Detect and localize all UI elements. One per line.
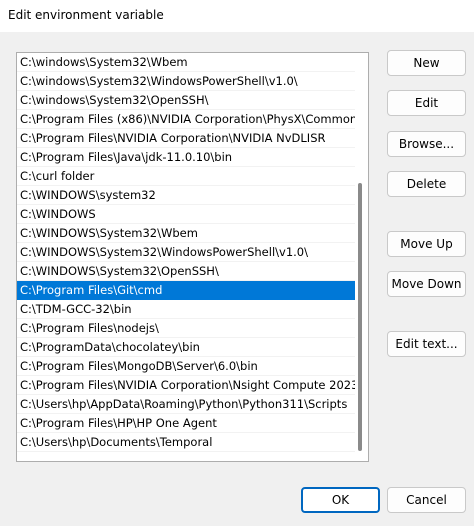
list-item[interactable]: C:\Program Files\MongoDB\Server\6.0\bin	[17, 357, 356, 376]
browse-button[interactable]: Browse...	[387, 131, 466, 157]
move-up-button[interactable]: Move Up	[387, 231, 466, 257]
edit-text-button[interactable]: Edit text...	[387, 331, 466, 357]
list-item[interactable]: C:\windows\System32\WindowsPowerShell\v1…	[17, 72, 356, 91]
list-item[interactable]: C:\Program Files\Java\jdk-11.0.10\bin	[17, 148, 356, 167]
list-item[interactable]: C:\windows\System32\Wbem	[17, 53, 356, 72]
path-list-items: C:\windows\System32\Wbem C:\windows\Syste…	[17, 53, 356, 452]
window-title: Edit environment variable	[8, 8, 164, 22]
list-item[interactable]: C:\WINDOWS\System32\WindowsPowerShell\v1…	[17, 243, 356, 262]
path-list[interactable]: C:\windows\System32\Wbem C:\windows\Syste…	[16, 52, 369, 462]
list-item[interactable]: C:\Users\hp\AppData\Roaming\Python\Pytho…	[17, 395, 356, 414]
scrollbar-thumb[interactable]	[358, 183, 362, 451]
vertical-scrollbar[interactable]	[355, 53, 368, 461]
list-item[interactable]: C:\Program Files\HP\HP One Agent	[17, 414, 356, 433]
list-item[interactable]: C:\Program Files\nodejs\	[17, 319, 356, 338]
list-item[interactable]: C:\TDM-GCC-32\bin	[17, 300, 356, 319]
list-item[interactable]: C:\windows\System32\OpenSSH\	[17, 91, 356, 110]
new-button[interactable]: New	[387, 50, 466, 76]
list-item[interactable]: C:\curl folder	[17, 167, 356, 186]
list-item[interactable]: C:\Program Files (x86)\NVIDIA Corporatio…	[17, 110, 356, 129]
ok-button[interactable]: OK	[301, 487, 380, 513]
move-down-button[interactable]: Move Down	[387, 271, 466, 297]
list-item[interactable]: C:\WINDOWS	[17, 205, 356, 224]
title-bar[interactable]: Edit environment variable	[0, 0, 474, 32]
list-item[interactable]: C:\ProgramData\chocolatey\bin	[17, 338, 356, 357]
edit-button[interactable]: Edit	[387, 90, 466, 116]
list-item[interactable]: C:\Program Files\NVIDIA Corporation\Nsig…	[17, 376, 356, 395]
cancel-button[interactable]: Cancel	[387, 487, 466, 513]
edit-environment-variable-dialog: Edit environment variable C:\windows\Sys…	[0, 0, 474, 526]
delete-button[interactable]: Delete	[387, 171, 466, 197]
list-item[interactable]: C:\WINDOWS\System32\OpenSSH\	[17, 262, 356, 281]
list-item[interactable]: C:\WINDOWS\System32\Wbem	[17, 224, 356, 243]
list-item[interactable]: C:\Program Files\NVIDIA Corporation\NVID…	[17, 129, 356, 148]
list-item[interactable]: C:\Users\hp\Documents\Temporal	[17, 433, 356, 452]
list-item[interactable]: C:\Program Files\Git\cmd	[17, 281, 356, 300]
list-item[interactable]: C:\WINDOWS\system32	[17, 186, 356, 205]
